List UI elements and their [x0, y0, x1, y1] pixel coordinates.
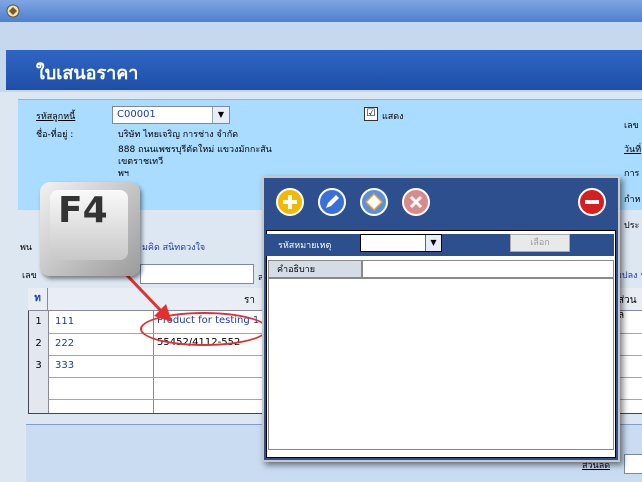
discount-field[interactable] [624, 454, 642, 474]
row-number [29, 399, 49, 413]
doc-label: เลข [22, 271, 37, 281]
customer-address-3: พฯ [118, 169, 129, 179]
header-no: ท [28, 288, 48, 310]
customer-code-select[interactable]: C00001 ▼ [112, 106, 230, 124]
row-number: 3 [29, 355, 49, 377]
header-discount: ส่วนล [618, 295, 637, 321]
note-lookup-dialog: รหัสหมายเหตุ ▼ เลือก คำอธิบาย [262, 176, 620, 462]
customer-name-label: ชื่อ-ที่อยู่ : [36, 130, 74, 140]
x-circle-icon[interactable] [402, 188, 430, 216]
header-item: รา [244, 295, 255, 306]
right-label-1: เลข [624, 121, 639, 131]
description-label: คำอธิบาย [268, 260, 362, 278]
show-label: แสดง [382, 112, 404, 122]
plus-circle-icon[interactable] [276, 188, 304, 216]
customer-name: บริษัท ไทยเจริญ การช่าง จำกัด [118, 130, 239, 140]
key-label: F4 [58, 190, 108, 231]
show-checkbox[interactable]: ☑ [364, 107, 378, 121]
right-label-3: การ [624, 169, 640, 179]
window-title-bar [0, 0, 642, 22]
pencil-circle-icon[interactable] [318, 188, 346, 216]
right-label-4: กำห [624, 195, 641, 205]
app-icon [6, 4, 20, 18]
chevron-down-icon[interactable]: ▼ [212, 107, 229, 123]
note-code-select[interactable]: ▼ [360, 234, 442, 252]
description-input[interactable] [362, 260, 614, 278]
row-number: 2 [29, 333, 49, 355]
item-code[interactable]: 111 [55, 316, 74, 327]
item-code[interactable]: 222 [55, 338, 74, 349]
page-title: ใบเสนอราคา [36, 63, 139, 84]
select-button[interactable]: เลือก [510, 234, 570, 252]
right-label-2: วันที่ [624, 145, 642, 155]
customer-code-value: C00001 [117, 109, 156, 120]
chevron-down-icon[interactable]: ▼ [425, 235, 441, 251]
employee-label: พน [20, 243, 33, 253]
f4-key-illustration: F4 [40, 182, 140, 276]
customer-code-label: รหัสลูกหนี้ [36, 112, 76, 122]
item-code[interactable]: 333 [55, 360, 74, 371]
right-label-5: ประ [624, 221, 640, 231]
note-code-label: รหัสหมายเหตุ [278, 241, 332, 251]
note-list-area[interactable] [268, 278, 614, 450]
row-number: 1 [29, 311, 49, 333]
minus-circle-icon[interactable] [578, 188, 606, 216]
row-number [29, 377, 49, 399]
diamond-circle-icon[interactable] [360, 188, 388, 216]
